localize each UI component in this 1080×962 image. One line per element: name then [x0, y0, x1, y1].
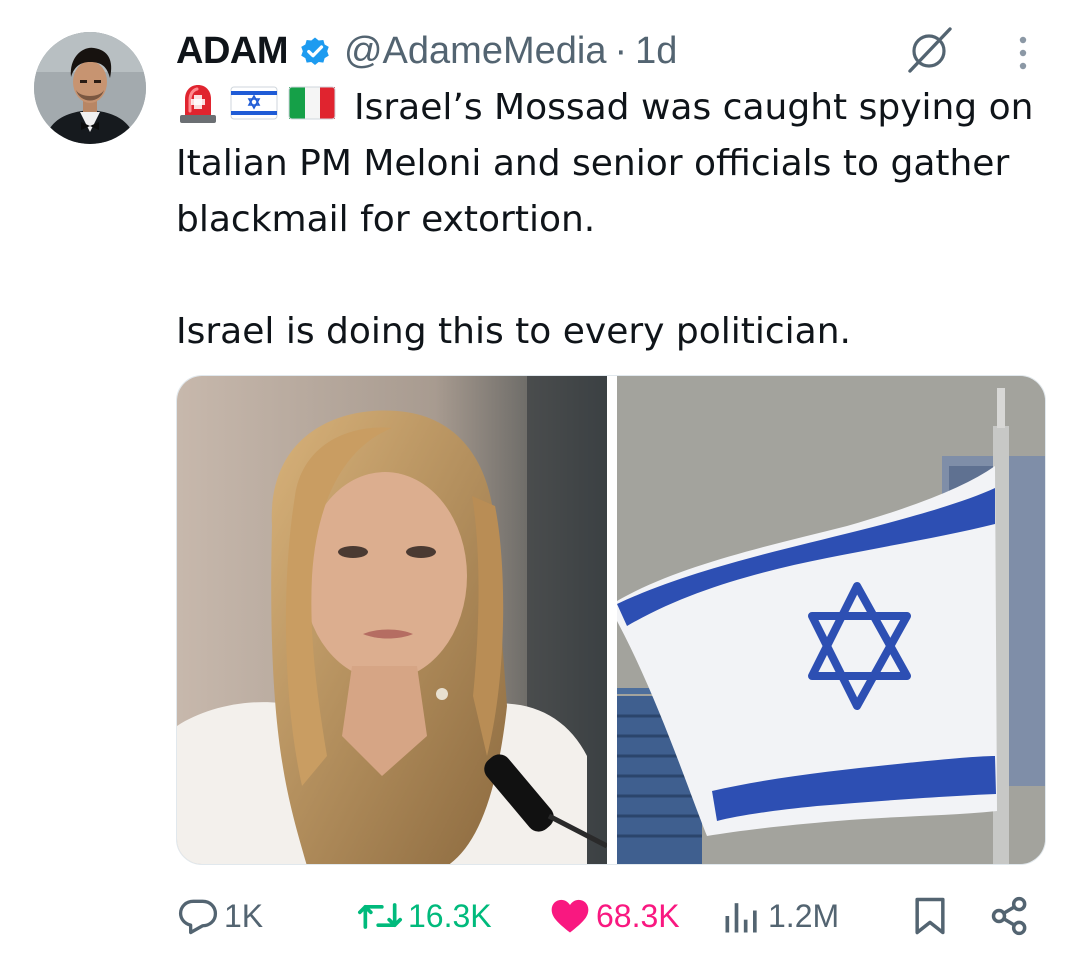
emoji-group	[176, 81, 346, 125]
tweet-card[interactable]: ADAM @AdameMedia · 1d Israel’s Mossad wa…	[0, 0, 1080, 962]
italy-flag-emoji-icon	[288, 86, 336, 120]
user-handle[interactable]: @AdameMedia	[344, 30, 606, 73]
retweet-icon	[358, 903, 402, 929]
tweet-paragraph-2: Israel is doing this to every politician…	[176, 311, 851, 352]
more-vertical-icon[interactable]	[1008, 34, 1038, 74]
media-photo-1[interactable]	[177, 376, 607, 865]
avatar-photo	[34, 32, 146, 144]
display-name[interactable]: ADAM	[176, 30, 288, 73]
reply-icon	[178, 899, 218, 935]
tweet-header: ADAM @AdameMedia · 1d	[176, 26, 677, 76]
bookmark-button[interactable]	[908, 890, 956, 942]
bookmark-icon	[915, 897, 945, 935]
analytics-icon	[725, 903, 757, 933]
heart-icon	[551, 899, 589, 933]
retweet-button[interactable]: 16.3K	[356, 890, 492, 942]
retweet-count: 16.3K	[408, 897, 492, 934]
reply-button[interactable]: 1K	[176, 890, 263, 942]
grok-icon[interactable]	[904, 24, 956, 76]
verified-badge-icon	[301, 37, 329, 66]
share-button[interactable]	[988, 890, 1036, 942]
share-icon	[991, 896, 1027, 936]
views-button[interactable]: 1.2M	[720, 890, 839, 942]
action-bar: 1K 16.3K 68.3K 1.2M	[176, 890, 1036, 942]
tweet-text: Israel’s Mossad was caught spying on Ita…	[176, 80, 1036, 360]
media-grid	[176, 375, 1046, 865]
timestamp[interactable]: 1d	[635, 30, 677, 73]
reply-count: 1K	[224, 897, 264, 934]
like-count: 68.3K	[596, 897, 680, 934]
media-photo-2[interactable]	[617, 376, 1046, 865]
like-button[interactable]: 68.3K	[548, 890, 680, 942]
separator-dot: ·	[614, 29, 628, 72]
israel-flag-emoji-icon	[230, 86, 278, 120]
avatar[interactable]	[34, 32, 146, 144]
tweet-paragraph-1: Israel’s Mossad was caught spying on Ita…	[176, 80, 1036, 248]
views-count: 1.2M	[768, 897, 840, 934]
police-light-emoji-icon	[180, 85, 216, 123]
